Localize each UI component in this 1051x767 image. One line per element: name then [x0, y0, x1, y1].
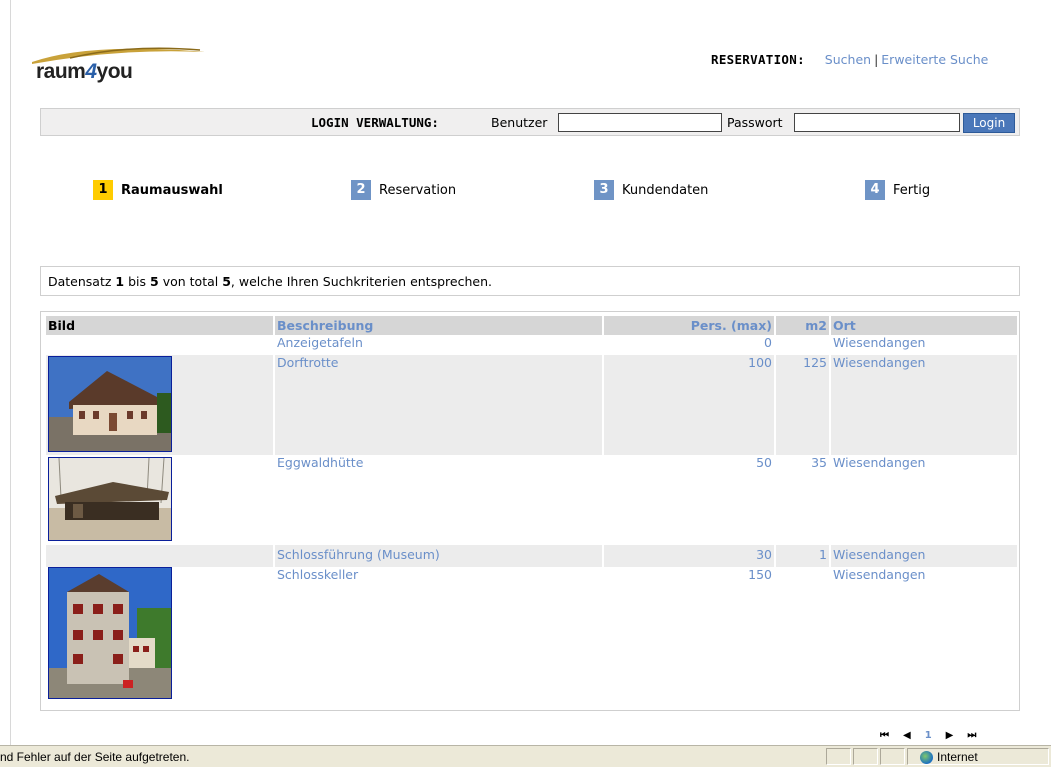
image-cell [46, 335, 273, 355]
logo-text: raum4you [36, 60, 133, 83]
eggwaldhuette-thumbnail[interactable] [48, 457, 172, 541]
row-place-link[interactable]: Wiesendangen [831, 545, 1017, 567]
next-page-icon[interactable]: ▶ [946, 730, 954, 741]
schlosskeller-thumbnail[interactable] [48, 567, 172, 699]
castle-photo-icon [49, 568, 171, 698]
summary-mid: bis [128, 274, 147, 289]
row-description-link[interactable]: Schlosskeller [275, 567, 602, 701]
step-fertig: 4 Fertig [865, 180, 930, 200]
hut-photo-icon [49, 458, 171, 540]
step-label: Kundendaten [622, 182, 709, 198]
pager: ⏮ ◀ 1 ▶ ⏭ [880, 730, 976, 741]
summary-prefix: Datensatz [48, 274, 112, 289]
image-cell [46, 355, 273, 455]
row-place-link[interactable]: Wiesendangen [831, 455, 1017, 545]
result-summary: Datensatz 1 bis 5 von total 5, welche Ih… [40, 266, 1020, 296]
table-row: Eggwaldhütte 50 35 Wiesendangen [46, 455, 1017, 545]
col-header-description[interactable]: Beschreibung [275, 316, 602, 335]
browser-statusbar: nd Fehler auf der Seite aufgetreten. Int… [0, 745, 1051, 767]
step-reservation: 2 Reservation [351, 180, 456, 200]
login-label: LOGIN VERWALTUNG: [311, 115, 439, 130]
summary-from: 1 [115, 274, 125, 289]
summary-suffix: , welche Ihren Suchkriterien entsprechen… [230, 274, 492, 289]
row-persons: 30 [604, 545, 774, 567]
status-panel [880, 748, 905, 765]
row-place-link[interactable]: Wiesendangen [831, 355, 1017, 455]
col-header-area[interactable]: m2 [776, 316, 829, 335]
table-row: Schlosskeller 150 Wiesendangen [46, 567, 1017, 701]
step-number-badge: 3 [594, 180, 614, 200]
password-input[interactable] [794, 113, 960, 132]
results-table: Bild Beschreibung Pers. (max) m2 Ort Anz… [44, 316, 1019, 701]
summary-to: 5 [150, 274, 159, 289]
summary-of: von total [162, 274, 219, 289]
row-description-link[interactable]: Schlossführung (Museum) [275, 545, 602, 567]
step-kundendaten: 3 Kundendaten [594, 180, 708, 200]
reservation-nav: RESERVATION: Suchen | Erweiterte Suche [711, 52, 988, 67]
login-button[interactable]: Login [963, 113, 1015, 133]
house-photo-icon [49, 357, 171, 451]
row-area [776, 335, 829, 355]
row-description-link[interactable]: Eggwaldhütte [275, 455, 602, 545]
col-header-place[interactable]: Ort [831, 316, 1017, 335]
raum4you-logo[interactable]: raum4you [30, 38, 210, 88]
page-frame-border [10, 0, 11, 745]
reservation-label: RESERVATION: [711, 52, 805, 67]
row-place-link[interactable]: Wiesendangen [831, 335, 1017, 355]
row-area: 125 [776, 355, 829, 455]
username-input[interactable] [558, 113, 722, 132]
table-row: Dorftrotte 100 125 Wiesendangen [46, 355, 1017, 455]
table-row: Anzeigetafeln 0 Wiesendangen [46, 335, 1017, 355]
prev-page-icon[interactable]: ◀ [903, 730, 911, 741]
search-link[interactable]: Suchen [825, 52, 871, 67]
status-panel [853, 748, 878, 765]
step-raumauswahl: 1 Raumauswahl [93, 180, 223, 200]
row-area [776, 567, 829, 701]
step-label: Reservation [379, 182, 457, 198]
image-cell [46, 567, 273, 701]
step-number-badge: 2 [351, 180, 371, 200]
table-row: Schlossführung (Museum) 30 1 Wiesendange… [46, 545, 1017, 567]
last-page-icon[interactable]: ⏭ [967, 730, 976, 741]
dorftrotte-thumbnail[interactable] [48, 356, 172, 452]
step-number-badge: 1 [93, 180, 113, 200]
security-zone: Internet [920, 750, 978, 764]
nav-separator: | [874, 52, 879, 67]
row-area: 35 [811, 455, 827, 470]
image-cell [46, 455, 273, 545]
row-persons: 100 [604, 355, 774, 455]
first-page-icon[interactable]: ⏮ [880, 730, 889, 741]
col-header-persons[interactable]: Pers. (max) [604, 316, 774, 335]
image-cell [46, 545, 273, 567]
step-label: Raumauswahl [121, 182, 223, 198]
login-bar: LOGIN VERWALTUNG: Benutzer Passwort Logi… [40, 108, 1020, 136]
row-persons: 150 [748, 567, 772, 582]
zone-label: Internet [937, 750, 978, 764]
username-label: Benutzer [491, 115, 548, 130]
col-header-image: Bild [46, 316, 273, 335]
table-header-row: Bild Beschreibung Pers. (max) m2 Ort [46, 316, 1017, 335]
row-persons: 50 [756, 455, 772, 470]
status-message: nd Fehler auf der Seite aufgetreten. [0, 750, 190, 764]
summary-total: 5 [222, 274, 231, 289]
results-panel: Bild Beschreibung Pers. (max) m2 Ort Anz… [40, 311, 1020, 711]
step-label: Fertig [893, 182, 931, 198]
step-number-badge: 4 [865, 180, 885, 200]
password-label: Passwort [727, 115, 783, 130]
globe-icon [920, 750, 933, 764]
row-description-link[interactable]: Dorftrotte [275, 355, 602, 455]
row-persons: 0 [764, 335, 772, 350]
advanced-search-link[interactable]: Erweiterte Suche [881, 52, 988, 67]
status-panel [826, 748, 851, 765]
current-page[interactable]: 1 [925, 730, 932, 741]
row-description-link[interactable]: Anzeigetafeln [275, 335, 602, 355]
row-area: 1 [776, 545, 829, 567]
row-place-link[interactable]: Wiesendangen [831, 567, 1017, 701]
